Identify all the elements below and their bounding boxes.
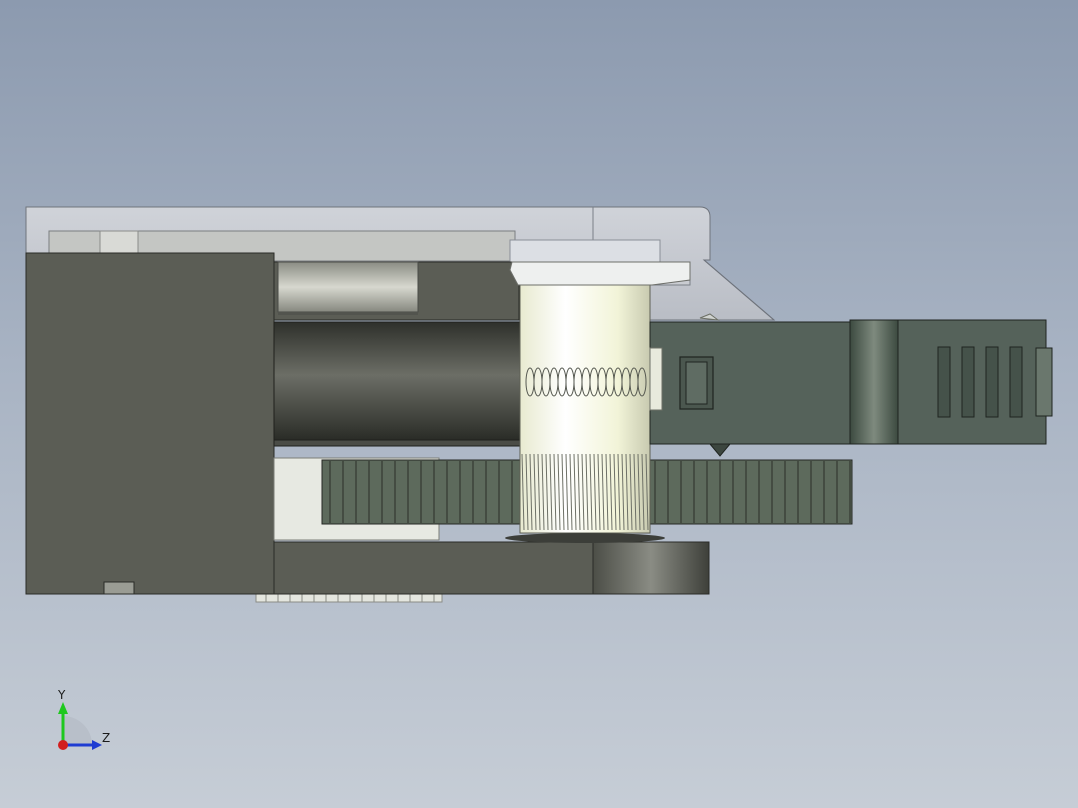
bushing xyxy=(277,261,419,315)
drive-tube[interactable] xyxy=(273,321,530,447)
cad-model[interactable] xyxy=(0,0,1078,808)
graphics-viewport[interactable]: Y Z xyxy=(0,0,1078,808)
motor[interactable] xyxy=(649,313,1053,457)
